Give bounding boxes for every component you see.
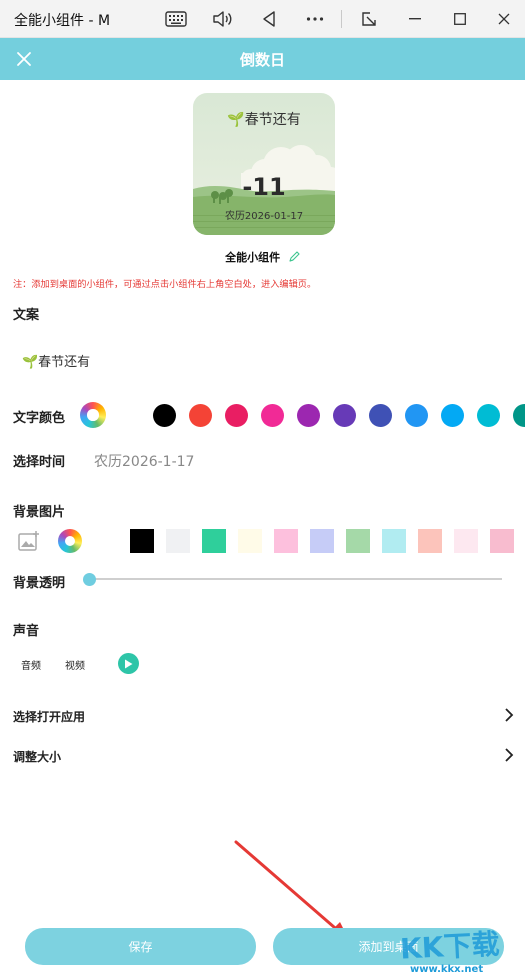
- background-label: 背景图片: [13, 505, 66, 520]
- text-color-swatch[interactable]: [405, 404, 428, 427]
- text-color-swatch[interactable]: [261, 404, 284, 427]
- opacity-label: 背景透明: [13, 576, 66, 591]
- watermark-url: www.kkx.net: [410, 964, 484, 975]
- play-icon[interactable]: [118, 653, 139, 674]
- text-color-swatch[interactable]: [369, 404, 392, 427]
- wenan-input[interactable]: 🌱春节还有: [22, 351, 90, 370]
- opacity-slider-track[interactable]: [90, 578, 502, 580]
- background-color-wheel-icon[interactable]: [58, 529, 82, 553]
- background-color-swatch[interactable]: [274, 529, 298, 553]
- cast-icon[interactable]: [356, 6, 382, 32]
- widget-preview[interactable]: 🌱春节还有 -11 农历2026-01-17: [193, 93, 335, 235]
- window-close-icon[interactable]: [491, 6, 517, 32]
- keyboard-icon[interactable]: [163, 6, 189, 32]
- background-color-swatch[interactable]: [454, 529, 478, 553]
- widget-name[interactable]: 全能小组件: [0, 249, 525, 266]
- widget-name-label: 全能小组件: [225, 251, 281, 264]
- color-wheel-icon[interactable]: [80, 402, 106, 428]
- sound-option-audio[interactable]: 音频: [21, 657, 41, 672]
- resize-row[interactable]: 调整大小: [13, 748, 61, 765]
- background-color-swatch[interactable]: [238, 529, 262, 553]
- chevron-right-icon[interactable]: [504, 708, 514, 722]
- opacity-slider-knob[interactable]: [83, 573, 96, 586]
- sound-option-video[interactable]: 视频: [65, 657, 85, 672]
- text-color-swatch[interactable]: [189, 404, 212, 427]
- background-color-swatch[interactable]: [94, 529, 118, 553]
- text-color-swatch[interactable]: [225, 404, 248, 427]
- chevron-right-icon[interactable]: [504, 748, 514, 762]
- back-icon[interactable]: [256, 6, 282, 32]
- background-color-swatch[interactable]: [202, 529, 226, 553]
- background-color-swatch[interactable]: [166, 529, 190, 553]
- preview-days-count: -11: [242, 173, 286, 201]
- window-titlebar: 全能小组件 - M: [0, 0, 525, 38]
- background-color-swatch[interactable]: [130, 529, 154, 553]
- window-title: 全能小组件 - M: [14, 13, 111, 29]
- page-title: 倒数日: [239, 51, 285, 69]
- hint-note: 注：添加到桌面的小组件，可通过点击小组件右上角空白处，进入编辑页。: [13, 279, 317, 290]
- preview-text: 🌱春节还有: [227, 112, 301, 128]
- open-app-row[interactable]: 选择打开应用: [13, 708, 85, 725]
- maximize-icon[interactable]: [447, 6, 473, 32]
- text-color-swatch[interactable]: [153, 404, 176, 427]
- text-color-swatch[interactable]: [333, 404, 356, 427]
- image-picker-icon[interactable]: [18, 530, 40, 556]
- background-color-swatch[interactable]: [382, 529, 406, 553]
- background-color-swatch[interactable]: [418, 529, 442, 553]
- text-color-swatch[interactable]: [513, 404, 525, 427]
- background-color-swatch[interactable]: [310, 529, 334, 553]
- more-icon[interactable]: [302, 6, 328, 32]
- preview-date: 农历2026-01-17: [224, 211, 304, 222]
- pencil-icon[interactable]: [288, 250, 300, 266]
- titlebar-divider: [341, 10, 342, 28]
- text-color-swatch[interactable]: [441, 404, 464, 427]
- background-color-swatch[interactable]: [490, 529, 514, 553]
- time-value[interactable]: 农历2026-1-17: [94, 451, 194, 471]
- minimize-icon[interactable]: [402, 6, 428, 32]
- text-color-swatch[interactable]: [297, 404, 320, 427]
- time-label: 选择时间: [13, 455, 66, 470]
- text-color-label: 文字颜色: [13, 411, 66, 426]
- volume-icon[interactable]: [209, 6, 235, 32]
- save-button[interactable]: 保存: [25, 928, 256, 965]
- text-color-swatch[interactable]: [477, 404, 500, 427]
- sound-label: 声音: [13, 624, 40, 639]
- app-header: 倒数日: [0, 38, 525, 80]
- background-color-swatch[interactable]: [346, 529, 370, 553]
- watermark-logo: KK下载: [399, 927, 501, 966]
- wenan-label: 文案: [13, 308, 40, 323]
